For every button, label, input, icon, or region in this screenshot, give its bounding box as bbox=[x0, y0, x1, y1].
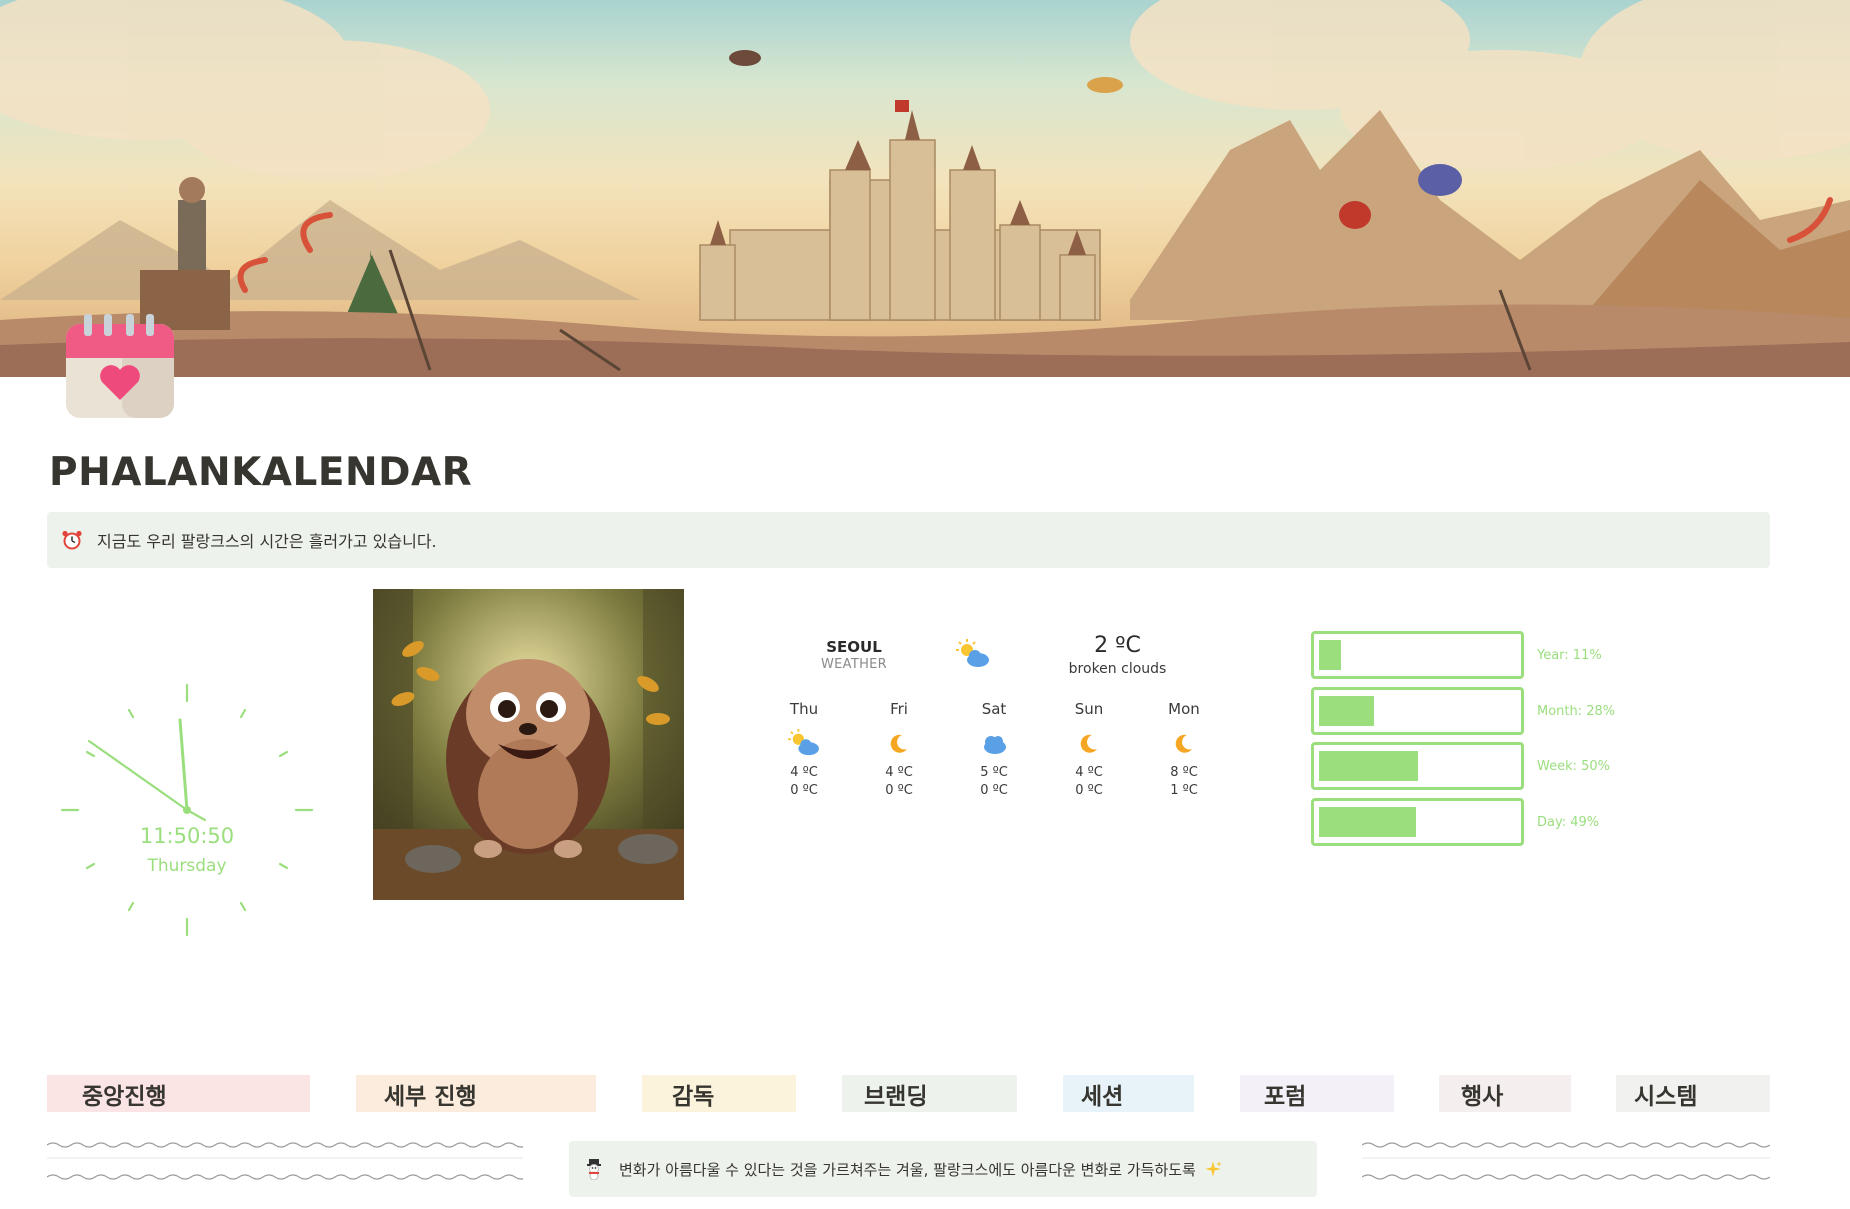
progress-fill bbox=[1319, 640, 1341, 670]
progress-bar-year bbox=[1311, 631, 1524, 679]
winter-callout[interactable]: 변화가 아름다울 수 있다는 것을 가르쳐주는 겨울, 팔랑크스에도 아름다운 … bbox=[569, 1141, 1317, 1197]
category-label: 세션 bbox=[1081, 1083, 1124, 1110]
weather-temperature: 2 ºC bbox=[1094, 633, 1141, 658]
category-heading[interactable]: 시스템 bbox=[1616, 1075, 1770, 1112]
callout-text: 지금도 우리 팔랑크스의 시간은 흘러가고 있습니다. bbox=[97, 532, 437, 551]
forecast-day: Sun 4 ºC 0 ºC bbox=[1049, 700, 1129, 800]
weather-description: broken clouds bbox=[1068, 661, 1167, 677]
forecast-low: 0 ºC bbox=[1075, 783, 1103, 798]
category-label: 감독 bbox=[672, 1083, 715, 1110]
category-label: 중앙진행 bbox=[82, 1083, 167, 1110]
forecast-low: 1 ºC bbox=[1170, 783, 1198, 798]
category-heading[interactable]: 세션 bbox=[1063, 1075, 1194, 1112]
forecast-low: 0 ºC bbox=[980, 783, 1008, 798]
forecast-high: 4 ºC bbox=[885, 765, 913, 780]
calendar-heart-icon[interactable] bbox=[62, 312, 178, 422]
progress-bar-month bbox=[1311, 687, 1524, 735]
category-label: 행사 bbox=[1461, 1083, 1504, 1110]
forecast-high: 4 ºC bbox=[1075, 765, 1103, 780]
wavy-divider bbox=[1362, 1142, 1770, 1180]
forecast-high: 8 ºC bbox=[1170, 765, 1198, 780]
forecast-low: 0 ºC bbox=[790, 783, 818, 798]
hedgehog-image[interactable] bbox=[373, 589, 684, 900]
page-title[interactable]: PHALANKALENDAR bbox=[49, 450, 472, 495]
category-label: 시스템 bbox=[1634, 1083, 1698, 1110]
sparkles-icon bbox=[1204, 1161, 1222, 1177]
progress-label-year: Year: 11% bbox=[1537, 648, 1602, 663]
callout-text: 변화가 아름다울 수 있다는 것을 가르쳐주는 겨울, 팔랑크스에도 아름다운 … bbox=[619, 1160, 1196, 1179]
clock-time: 11:50:50 bbox=[139, 824, 235, 848]
sun-behind-cloud-icon bbox=[956, 639, 989, 667]
forecast-day: Mon 8 ºC 1 ºC bbox=[1144, 700, 1224, 800]
forecast-day-label: Sun bbox=[1074, 700, 1104, 718]
category-label: 브랜딩 bbox=[864, 1083, 928, 1110]
forecast-day: Fri 4 ºC 0 ºC bbox=[859, 700, 939, 800]
category-heading[interactable]: 중앙진행 bbox=[47, 1075, 310, 1112]
category-heading[interactable]: 감독 bbox=[642, 1075, 796, 1112]
forecast-day: Sat 5 ºC 0 ºC bbox=[954, 700, 1034, 800]
category-heading[interactable]: 브랜딩 bbox=[842, 1075, 1017, 1112]
forecast-day: Thu 4 ºC 0 ºC bbox=[764, 700, 844, 800]
progress-fill bbox=[1319, 751, 1418, 781]
crescent-moon-icon bbox=[890, 734, 907, 753]
time-callout[interactable]: 지금도 우리 팔랑크스의 시간은 흘러가고 있습니다. bbox=[47, 512, 1770, 568]
weather-city: SEOUL bbox=[826, 638, 882, 656]
progress-bar-day bbox=[1311, 798, 1524, 846]
category-label: 포럼 bbox=[1264, 1083, 1307, 1110]
progress-fill bbox=[1319, 696, 1374, 726]
forecast-day-label: Thu bbox=[789, 700, 819, 718]
progress-fill bbox=[1319, 807, 1416, 837]
crescent-moon-icon bbox=[1080, 734, 1097, 753]
forecast-low: 0 ºC bbox=[885, 783, 913, 798]
category-heading[interactable]: 포럼 bbox=[1240, 1075, 1394, 1112]
progress-label-week: Week: 50% bbox=[1537, 759, 1611, 774]
forecast-high: 4 ºC bbox=[790, 765, 818, 780]
progress-bar-week bbox=[1311, 742, 1524, 790]
crescent-moon-icon bbox=[1175, 734, 1192, 753]
cloud-icon bbox=[984, 736, 1006, 754]
wavy-divider bbox=[47, 1142, 523, 1180]
forecast-day-label: Fri bbox=[890, 700, 908, 718]
alarm-clock-icon bbox=[62, 530, 82, 550]
progress-label-day: Day: 49% bbox=[1537, 815, 1600, 830]
category-heading[interactable]: 행사 bbox=[1439, 1075, 1571, 1112]
forecast-day-label: Sat bbox=[981, 700, 1007, 718]
forecast-high: 5 ºC bbox=[980, 765, 1008, 780]
clock-day: Thursday bbox=[147, 856, 227, 876]
clock-face bbox=[60, 683, 314, 937]
progress-label-month: Month: 28% bbox=[1537, 704, 1616, 719]
clock-widget[interactable] bbox=[57, 680, 317, 940]
weather-label: WEATHER bbox=[820, 657, 887, 672]
forecast-day-label: Mon bbox=[1168, 700, 1200, 718]
sun-behind-cloud-icon bbox=[788, 729, 819, 756]
snowman-icon bbox=[587, 1159, 601, 1180]
category-heading[interactable]: 세부 진행 bbox=[356, 1075, 596, 1112]
category-label: 세부 진행 bbox=[384, 1083, 477, 1110]
cover-image bbox=[0, 0, 1850, 377]
